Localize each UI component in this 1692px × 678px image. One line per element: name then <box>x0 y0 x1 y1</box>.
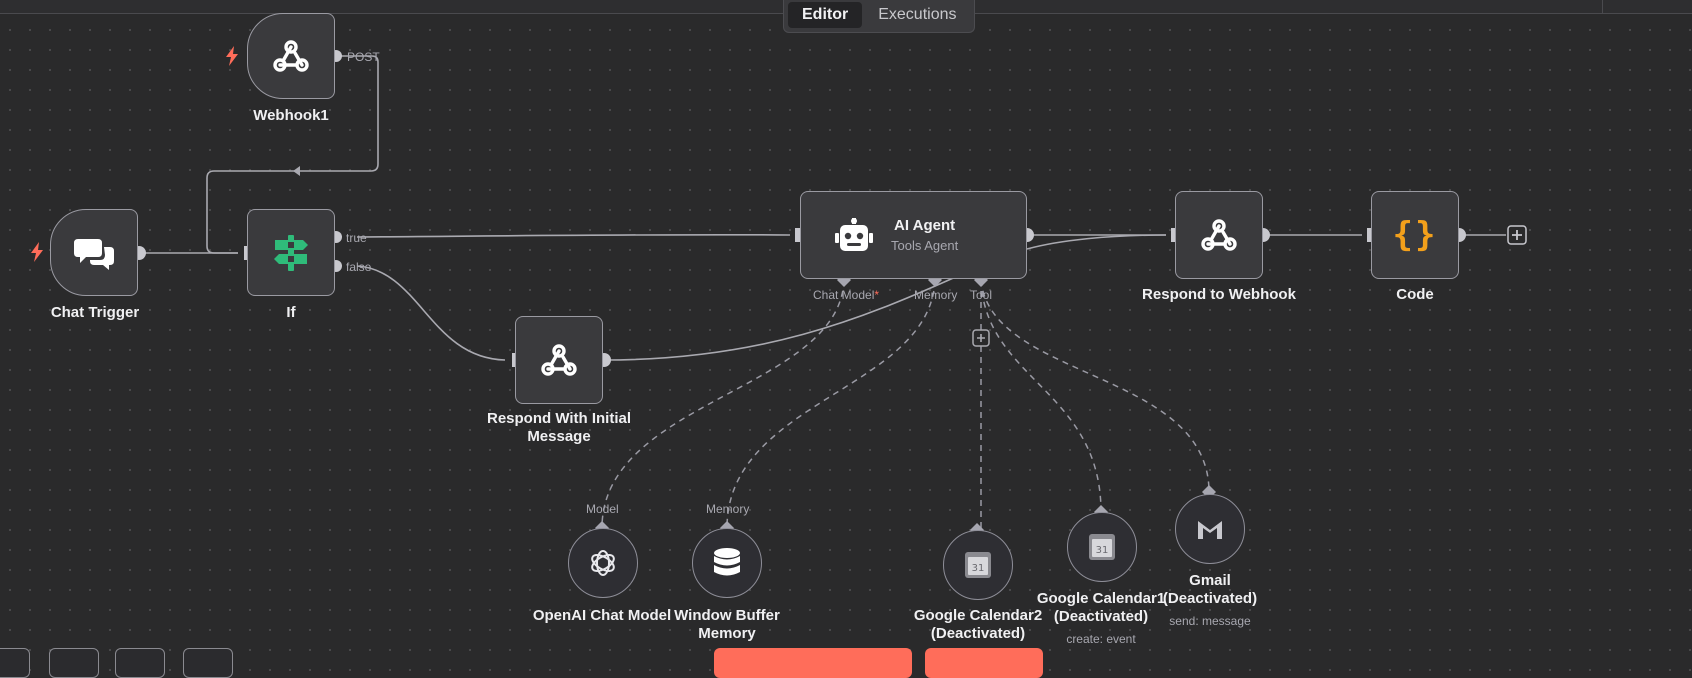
node-google-calendar1[interactable]: 31 <box>1067 512 1137 582</box>
gmail-label-line1: Gmail <box>1189 572 1231 589</box>
node-openai-chat-model[interactable] <box>568 528 638 598</box>
chat-trigger-label: Chat Trigger <box>50 304 140 321</box>
gcal2-label-line2: (Deactivated) <box>930 625 1026 642</box>
database-icon <box>714 548 740 576</box>
required-marker: * <box>874 288 880 302</box>
node-respond-to-webhook[interactable] <box>1175 191 1263 279</box>
gmail-label: Gmail (Deactivated) <box>1150 572 1270 608</box>
end-add-icon <box>1507 225 1527 245</box>
node-code[interactable]: {} <box>1371 191 1459 279</box>
signpost-icon <box>274 234 308 271</box>
webhook-icon <box>541 344 577 376</box>
webhook1-output-label: POST <box>347 50 380 64</box>
memory-label-line2: Memory <box>698 625 756 642</box>
connection-memory <box>726 279 936 529</box>
openai-icon <box>591 550 615 576</box>
diamond-handles <box>595 273 1216 537</box>
openai-label: OpenAI Chat Model <box>532 607 672 624</box>
respond-initial-label-line2: Message <box>527 428 591 445</box>
if-false-label: false <box>346 260 372 274</box>
gmail-label-line2: (Deactivated) <box>1162 590 1258 607</box>
tool-add-icon <box>972 329 990 347</box>
node-webhook1[interactable] <box>247 13 335 99</box>
if-true-label: true <box>346 231 367 245</box>
code-label: Code <box>1396 286 1434 303</box>
connection-model <box>601 279 845 529</box>
node-window-buffer-memory[interactable] <box>692 528 762 598</box>
google-calendar-icon: 31 <box>965 552 991 578</box>
connection-if-true-agent <box>356 233 791 238</box>
gmail-subtitle: send: message <box>1169 614 1251 628</box>
memory-port-label: Memory <box>706 502 750 516</box>
ai-agent-title: AI Agent <box>894 217 956 234</box>
zoom-out-button[interactable] <box>115 648 165 678</box>
trigger-bolt-icon <box>31 242 43 262</box>
node-if[interactable] <box>247 209 335 296</box>
google-calendar-icon: 31 <box>1089 534 1115 560</box>
node-chat-trigger[interactable] <box>50 209 138 296</box>
connection-tool-gcal1 <box>980 279 1102 513</box>
connection-tool-gmail <box>980 279 1210 493</box>
node-google-calendar2[interactable]: 31 <box>943 530 1013 600</box>
if-label: If <box>286 304 296 321</box>
zoom-fit-button[interactable] <box>0 648 30 678</box>
webhook-icon <box>273 40 309 72</box>
gcal1-subtitle: create: event <box>1066 632 1136 646</box>
svg-text:31: 31 <box>1096 545 1109 556</box>
connection-if-false-respond <box>356 265 506 361</box>
respond-initial-label: Respond With Initial Message <box>478 410 640 446</box>
webhook-icon <box>1201 219 1237 251</box>
ai-agent-chat-model-port: Chat Model* <box>813 288 879 302</box>
sub-connections <box>601 279 1210 530</box>
test-workflow-button[interactable] <box>714 648 912 678</box>
connection-agent-respond-webhook-2 <box>1026 234 1167 250</box>
reset-zoom-button[interactable] <box>183 648 233 678</box>
openai-port-label: Model <box>586 502 619 516</box>
robot-icon <box>835 218 873 251</box>
respond-initial-label-line1: Respond With Initial <box>486 410 632 427</box>
connections-layer <box>132 50 1527 537</box>
memory-label: Window Buffer Memory <box>667 607 787 643</box>
webhook1-label: Webhook1 <box>253 107 329 124</box>
node-gmail[interactable] <box>1175 494 1245 564</box>
code-braces-icon: {} <box>1392 215 1438 255</box>
chat-button[interactable] <box>925 648 1043 678</box>
gmail-icon <box>1198 521 1222 539</box>
trigger-bolt-icon <box>226 46 238 66</box>
connection-respond-initial-agent <box>603 274 961 361</box>
memory-label-line1: Window Buffer <box>674 607 780 624</box>
chat-model-port-label: Chat Model <box>813 288 875 302</box>
node-respond-initial[interactable] <box>515 316 603 404</box>
arrow-marker <box>293 166 300 176</box>
ai-agent-tool-port: Tool <box>970 288 993 302</box>
ai-agent-memory-port: Memory <box>914 288 958 302</box>
zoom-in-button[interactable] <box>49 648 99 678</box>
chat-bubbles-icon <box>74 238 114 270</box>
respond-to-webhook-label: Respond to Webhook <box>1142 286 1296 303</box>
svg-text:31: 31 <box>972 563 985 574</box>
ai-agent-subtitle: Tools Agent <box>891 238 959 253</box>
node-ai-agent[interactable]: AI Agent Tools Agent <box>800 191 1027 279</box>
